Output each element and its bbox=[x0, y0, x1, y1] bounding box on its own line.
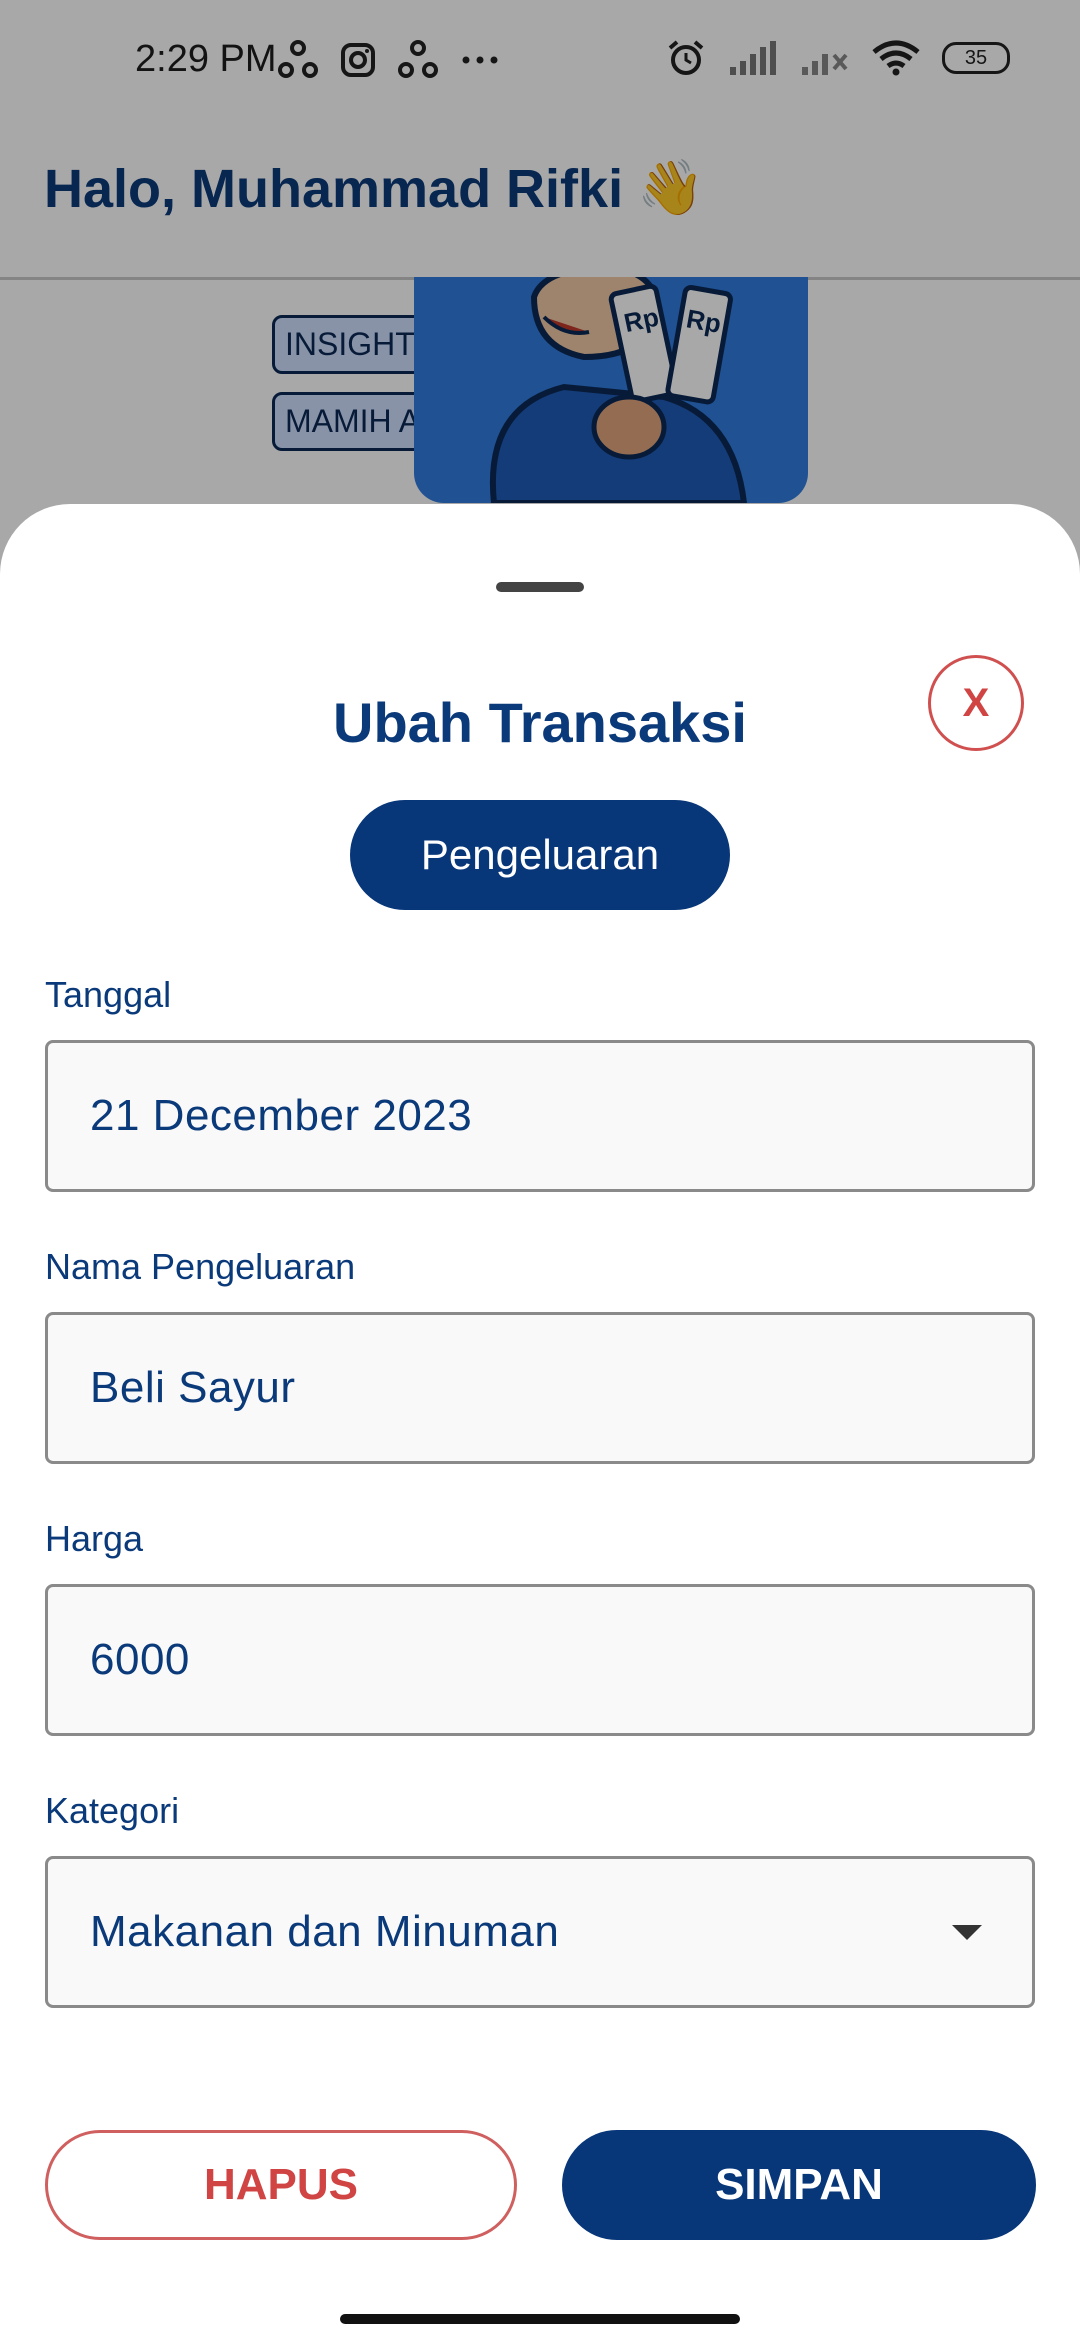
expense-name-field[interactable]: Beli Sayur bbox=[45, 1312, 1035, 1464]
home-indicator[interactable] bbox=[340, 2314, 740, 2324]
category-value: Makanan dan Minuman bbox=[90, 1907, 560, 1956]
date-label: Tanggal bbox=[45, 974, 172, 1015]
sheet-title: Ubah Transaksi bbox=[333, 691, 747, 754]
name-label: Nama Pengeluaran bbox=[45, 1246, 356, 1287]
date-field[interactable]: 21 December 2023 bbox=[45, 1040, 1035, 1192]
edit-transaction-sheet: X Ubah Transaksi Pengeluaran Tanggal 21 … bbox=[0, 504, 1080, 2340]
price-field[interactable]: 6000 bbox=[45, 1584, 1035, 1736]
category-label: Kategori bbox=[45, 1790, 180, 1831]
price-label: Harga bbox=[45, 1518, 144, 1559]
dropdown-arrow-icon bbox=[952, 1925, 982, 1940]
transaction-type-toggle[interactable]: Pengeluaran bbox=[350, 800, 730, 910]
delete-button[interactable]: HAPUS bbox=[45, 2130, 517, 2240]
save-button[interactable]: SIMPAN bbox=[562, 2130, 1036, 2240]
category-dropdown[interactable]: Makanan dan Minuman bbox=[45, 1856, 1035, 2008]
drag-handle[interactable] bbox=[496, 582, 584, 592]
